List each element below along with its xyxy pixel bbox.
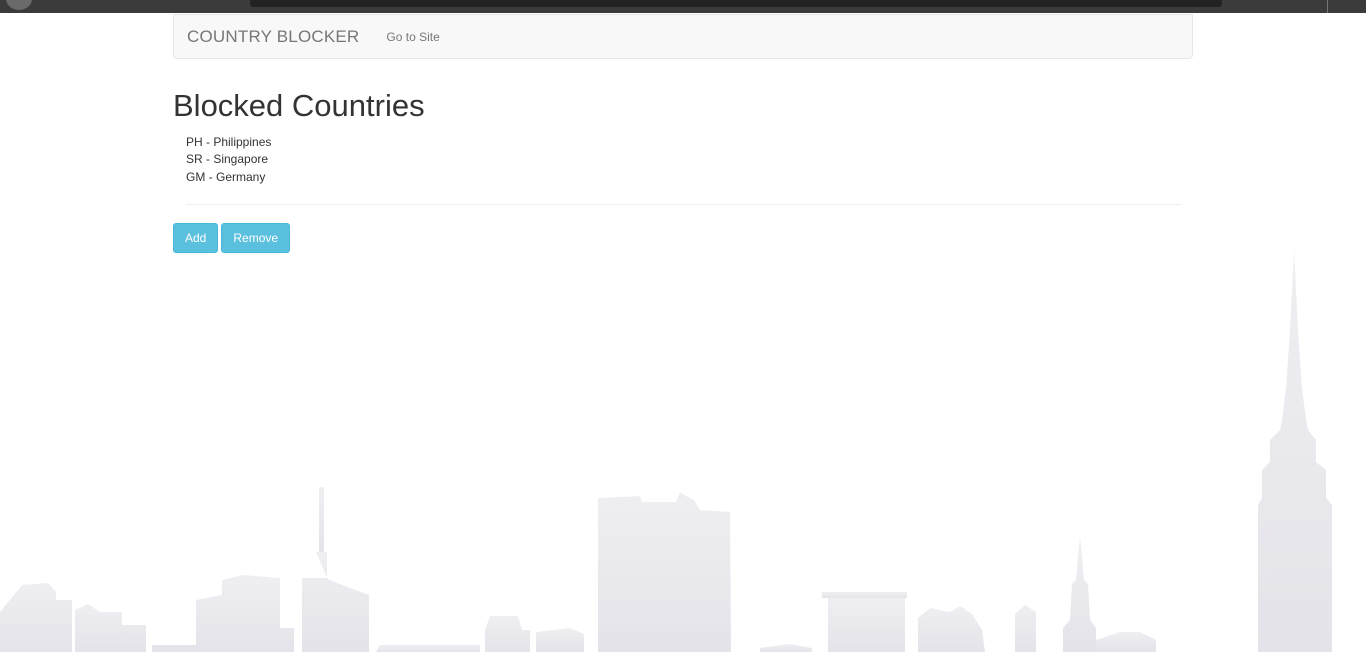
go-to-site-link[interactable]: Go to Site: [386, 30, 439, 44]
add-button[interactable]: Add: [173, 223, 219, 254]
list-item: PH - Philippines: [186, 134, 272, 149]
main-container: COUNTRY BLOCKER Go to Site Blocked Count…: [173, 14, 1193, 254]
page: COUNTRY BLOCKER Go to Site Blocked Count…: [0, 0, 1366, 652]
divider: [186, 204, 1181, 206]
remove-button[interactable]: Remove: [221, 223, 291, 254]
list-item: SR - Singapore: [186, 152, 269, 167]
page-title: Blocked Countries: [173, 88, 425, 123]
blocked-country-list: PH - Philippines SR - Singapore GM - Ger…: [186, 134, 1193, 187]
action-buttons: Add Remove: [173, 223, 1193, 254]
navbar-brand[interactable]: COUNTRY BLOCKER: [187, 27, 359, 47]
list-item: GM - Germany: [186, 169, 266, 184]
navbar: COUNTRY BLOCKER Go to Site: [173, 14, 1193, 59]
